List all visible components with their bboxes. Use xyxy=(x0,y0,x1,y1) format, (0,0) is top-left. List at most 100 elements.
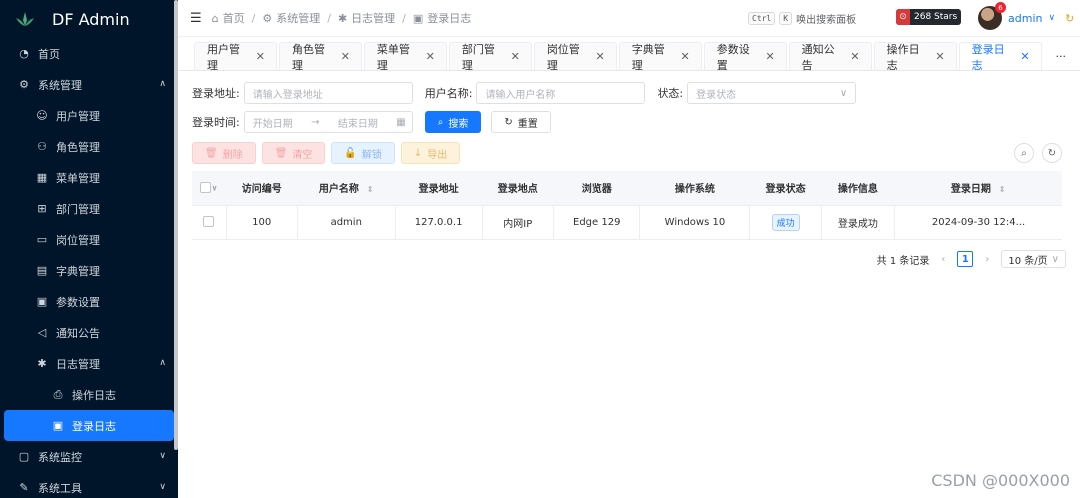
table-row[interactable]: 100 admin 127.0.0.1 内网IP Edge 129 Window… xyxy=(192,205,1062,240)
sidebar-item[interactable]: ✎ 系统工具 ∨ xyxy=(0,472,178,498)
sidebar-item[interactable]: ▤ 字典管理 xyxy=(0,255,178,286)
close-icon[interactable]: ✕ xyxy=(1020,50,1029,63)
sidebar-item[interactable]: ✱ 日志管理 ∧ xyxy=(0,348,178,379)
select-all-header[interactable]: ∨ xyxy=(192,171,226,206)
col-header-label: 访问编号 xyxy=(241,184,282,196)
unlock-button[interactable]: 🔓 解锁 xyxy=(331,142,395,164)
search-button[interactable]: ⌕ 搜索 xyxy=(424,111,482,133)
refresh-icon[interactable]: ↻ xyxy=(1065,12,1074,25)
close-icon[interactable]: ✕ xyxy=(426,50,435,63)
reset-button[interactable]: ↻ 重置 xyxy=(491,111,551,133)
clear-button[interactable]: 🗑 清空 xyxy=(261,142,326,164)
tab[interactable]: 字典管理 ✕ xyxy=(618,42,702,72)
close-icon[interactable]: ✕ xyxy=(850,50,859,63)
close-icon[interactable]: ✕ xyxy=(935,50,944,63)
tab[interactable]: 部门管理 ✕ xyxy=(448,42,532,72)
refresh-table-button[interactable]: ↻ xyxy=(1042,143,1062,163)
user-menu[interactable]: 6 admin ∨ ↻ xyxy=(978,2,1074,30)
ip-label: 登录地址: xyxy=(192,87,240,100)
sidebar-item[interactable]: ▭ 岗位管理 xyxy=(0,224,178,255)
tab-label: 角色管理 xyxy=(291,42,325,72)
search-shortcut-hint[interactable]: Ctrl K 唤出搜索面板 xyxy=(748,11,856,26)
close-icon[interactable]: ✕ xyxy=(256,50,265,63)
toggle-search-button[interactable]: ⌕ xyxy=(1014,143,1034,163)
chevron-down-icon: ∨ xyxy=(159,482,166,492)
ip-placeholder: 请输入登录地址 xyxy=(252,89,323,101)
export-button[interactable]: ↓ 导出 xyxy=(400,142,461,164)
sidebar-item[interactable]: ▢ 系统监控 ∨ xyxy=(0,441,178,472)
delete-label: 删除 xyxy=(222,149,243,161)
sidebar-item[interactable]: ▦ 菜单管理 xyxy=(0,162,178,193)
tab[interactable]: 参数设置 ✕ xyxy=(703,42,787,72)
close-icon[interactable]: ✕ xyxy=(596,50,605,63)
tab-label: 登录日志 xyxy=(971,42,1005,72)
status-badge: 成功 xyxy=(771,213,800,231)
tab-label: 菜单管理 xyxy=(376,42,410,72)
github-stars-badge[interactable]: ⊙ 268 Stars xyxy=(896,9,962,25)
select-all-checkbox[interactable] xyxy=(200,182,212,193)
status-select[interactable]: 登录状态 ∨ xyxy=(687,82,857,104)
tab[interactable]: 菜单管理 ✕ xyxy=(363,42,447,72)
close-icon[interactable]: ✕ xyxy=(511,50,520,63)
close-icon[interactable]: ✕ xyxy=(681,50,690,63)
tabs-more-button[interactable]: ··· xyxy=(1044,42,1079,70)
col-header-label: 登录地址 xyxy=(418,184,459,196)
col-header[interactable]: 登录日期 ⇕ xyxy=(894,171,1062,206)
username-input[interactable]: 请输入用户名称 xyxy=(476,82,646,104)
breadcrumb-item[interactable]: 日志管理 xyxy=(351,10,395,26)
next-page-icon[interactable]: › xyxy=(979,251,995,267)
sidebar-item[interactable]: ⚙ 系统管理 ∧ xyxy=(0,69,178,100)
ip-input[interactable]: 请输入登录地址 xyxy=(243,82,413,104)
date-range-picker[interactable]: 开始日期 → 结束日期 ▦ xyxy=(243,111,413,133)
sidebar-item[interactable]: ⎙ 操作日志 xyxy=(0,379,178,410)
app-logo[interactable]: DF Admin xyxy=(0,0,178,38)
close-icon[interactable]: ✕ xyxy=(341,50,350,63)
page-size-select[interactable]: 10 条/页 ∨ xyxy=(1001,250,1066,268)
sidebar-item[interactable]: ▣ 登录日志 xyxy=(4,410,174,441)
login-log-icon: ▣ xyxy=(52,419,64,432)
end-date-placeholder: 结束日期 xyxy=(337,118,378,130)
username-label: 用户名称: xyxy=(424,87,473,100)
total-count: 共 1 条记录 xyxy=(876,255,930,267)
bug-icon: ✱ xyxy=(37,357,47,370)
sidebar-item-label: 字典管理 xyxy=(56,264,100,278)
sidebar-item[interactable]: ▣ 参数设置 xyxy=(0,286,178,317)
prev-page-icon[interactable]: ‹ xyxy=(935,251,951,267)
stars-count: 268 Stars xyxy=(914,12,958,22)
tab[interactable]: 岗位管理 ✕ xyxy=(533,42,617,72)
tab[interactable]: 操作日志 ✕ xyxy=(873,42,957,72)
username[interactable]: admin xyxy=(1008,12,1042,25)
close-icon[interactable]: ✕ xyxy=(765,50,774,63)
tab[interactable]: 角色管理 ✕ xyxy=(278,42,362,72)
avatar[interactable]: 6 xyxy=(978,2,1006,30)
chevron-down-icon: ∨ xyxy=(1051,253,1059,265)
chevron-down-icon[interactable]: ∨ xyxy=(1048,13,1055,23)
sort-icon[interactable]: ⇕ xyxy=(999,185,1006,194)
col-header[interactable]: 用户名称 ⇕ xyxy=(297,171,396,206)
arrow-right-icon: → xyxy=(311,116,320,128)
row-select-cell[interactable] xyxy=(192,205,227,240)
reset-button-label: 重置 xyxy=(517,118,538,130)
collapse-menu-icon[interactable]: ☰ xyxy=(190,11,202,26)
sort-icon[interactable]: ⇕ xyxy=(367,185,374,194)
refresh-icon: ↻ xyxy=(504,116,513,128)
sidebar-item[interactable]: ⚇ 角色管理 xyxy=(0,131,178,162)
sidebar-item[interactable]: ☺ 用户管理 xyxy=(0,100,178,131)
action-toolbar: 🗑 删除 🗑 清空 🔓 解锁 ↓ 导出 xyxy=(192,142,461,164)
sidebar-item-label: 通知公告 xyxy=(56,326,100,340)
delete-button[interactable]: 🗑 删除 xyxy=(192,142,256,164)
tab[interactable]: 登录日志 ✕ xyxy=(958,42,1042,72)
sidebar-item[interactable]: ◔ 首页 xyxy=(0,38,178,69)
tab[interactable]: 通知公告 ✕ xyxy=(788,42,872,72)
sidebar-item[interactable]: ⊞ 部门管理 xyxy=(0,193,178,224)
breadcrumb-item[interactable]: 首页 xyxy=(223,10,245,26)
export-label: 导出 xyxy=(427,149,448,161)
sidebar-item[interactable]: ◁ 通知公告 xyxy=(0,317,178,348)
breadcrumb-bug-icon: ✱ xyxy=(337,11,348,25)
row-checkbox[interactable] xyxy=(203,216,215,228)
table-cell: 100 xyxy=(226,205,298,240)
breadcrumb-item[interactable]: 系统管理 xyxy=(276,10,320,26)
page-number[interactable]: 1 xyxy=(957,251,974,267)
tab[interactable]: 用户管理 ✕ xyxy=(194,42,277,72)
col-header: 登录地点 xyxy=(482,171,554,206)
